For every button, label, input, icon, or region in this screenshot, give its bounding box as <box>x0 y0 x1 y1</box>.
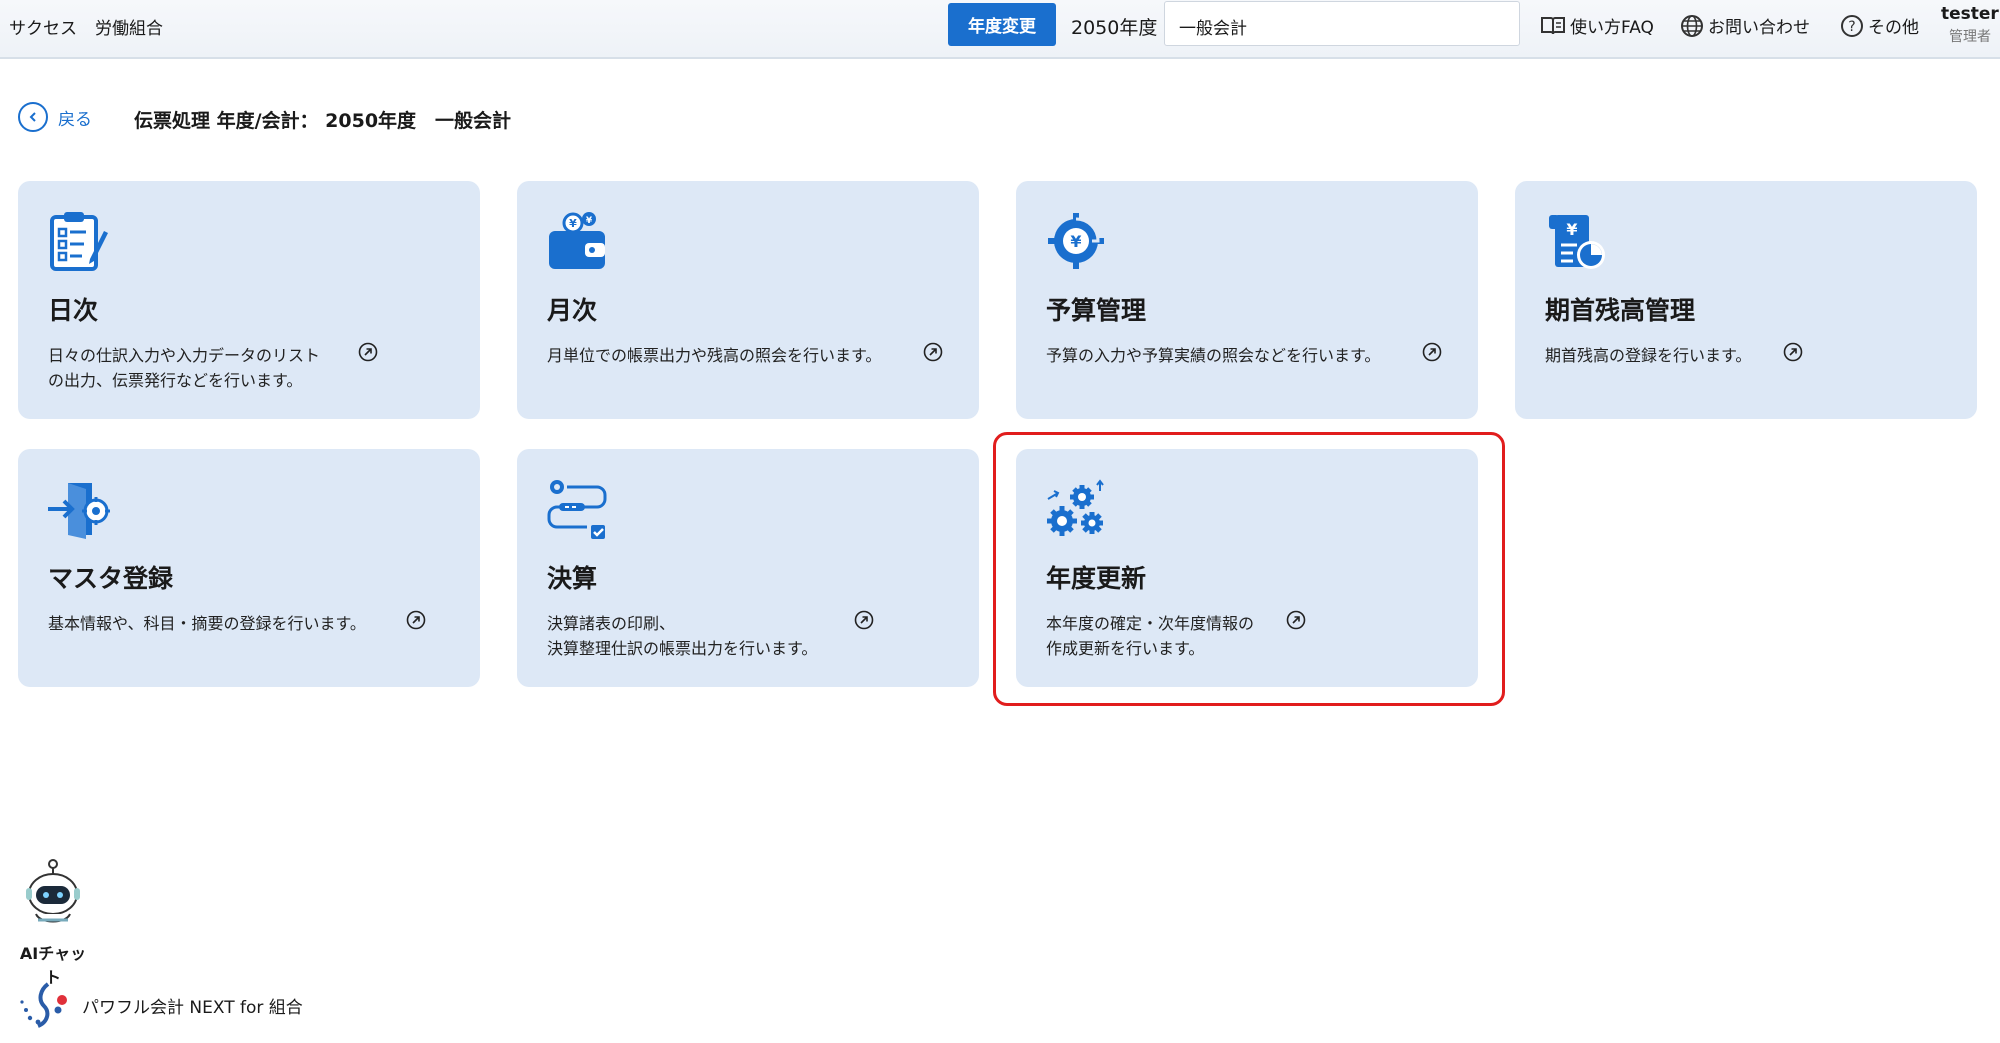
account-select[interactable]: 一般会計 <box>1164 1 1520 46</box>
faq-link[interactable]: 使い方FAQ <box>1540 13 1654 38</box>
card-description: 決算諸表の印刷、 決算整理仕訳の帳票出力を行います。 <box>547 611 817 661</box>
svg-text:¥: ¥ <box>1070 232 1081 251</box>
help-circle-icon: ? <box>1841 14 1863 37</box>
card-daily[interactable]: 日次 日々の仕訳入力や入力データのリスト の出力、伝票発行などを行います。 <box>18 181 480 419</box>
card-description-line: 基本情報や、科目・摘要の登録を行います。 <box>48 614 366 633</box>
card-description-line: 日々の仕訳入力や入力データのリスト <box>48 346 321 365</box>
globe-icon <box>1681 14 1703 37</box>
external-arrow-icon <box>854 610 874 630</box>
chevron-left-icon <box>18 102 48 132</box>
card-description: 期首残高の登録を行います。 <box>1545 343 1751 368</box>
clipboard-checklist-icon <box>50 212 108 271</box>
org-name: サクセス <box>9 19 77 39</box>
external-arrow-icon <box>406 610 426 630</box>
card-title: 決算 <box>547 564 598 593</box>
faq-link-label: 使い方FAQ <box>1570 18 1654 38</box>
brand-name: パワフル会計 NEXT for 組合 <box>82 997 303 1018</box>
card-master-registration[interactable]: マスタ登録 基本情報や、科目・摘要の登録を行います。 <box>18 449 480 687</box>
contact-link-label: お問い合わせ <box>1708 18 1810 38</box>
card-title: 日次 <box>48 296 99 325</box>
svg-text:¥: ¥ <box>569 217 577 230</box>
highlight-box <box>993 432 1505 706</box>
card-description: 基本情報や、科目・摘要の登録を行います。 <box>48 611 366 636</box>
svg-text:?: ? <box>1848 19 1855 35</box>
card-monthly[interactable]: ¥ ¥ 月次 月単位での帳票出力や残高の照会を行います。 <box>517 181 979 419</box>
robot-icon <box>26 859 80 923</box>
card-description: 月単位での帳票出力や残高の照会を行います。 <box>547 343 881 368</box>
card-description-line: 決算整理仕訳の帳票出力を行います。 <box>547 639 818 658</box>
external-arrow-icon <box>358 342 378 362</box>
user-role: 管理者 <box>1949 29 1991 45</box>
yen-gear-icon: ¥ <box>1048 213 1104 269</box>
card-title: 期首残高管理 <box>1545 296 1696 325</box>
external-arrow-icon <box>1783 342 1803 362</box>
ai-chat-button[interactable]: AIチャット <box>18 858 88 988</box>
brand-logo-icon <box>20 982 67 1028</box>
card-settlement[interactable]: 決算 決算諸表の印刷、 決算整理仕訳の帳票出力を行います。 <box>517 449 979 687</box>
external-arrow-icon <box>923 342 943 362</box>
card-description-line: 月単位での帳票出力や残高の照会を行います。 <box>547 346 882 365</box>
brand-footer: パワフル会計 NEXT for 組合 <box>18 980 303 1030</box>
organization-name: サクセス 労働組合 <box>9 14 163 39</box>
user-name: tester <box>1941 4 1999 24</box>
card-description-line: 決算諸表の印刷、 <box>547 614 676 633</box>
book-icon <box>1541 16 1565 34</box>
back-label: 戻る <box>58 109 92 130</box>
card-description: 予算の入力や予算実績の照会などを行います。 <box>1046 343 1380 368</box>
card-opening-balance[interactable]: ¥ 期首残高管理 期首残高の登録を行います。 <box>1515 181 1977 419</box>
other-link-label: その他 <box>1868 18 1919 38</box>
wallet-yen-icon: ¥ ¥ <box>549 212 605 269</box>
gear-flow-check-icon <box>547 480 607 539</box>
svg-text:¥: ¥ <box>586 216 593 226</box>
card-description: 日々の仕訳入力や入力データのリスト の出力、伝票発行などを行います。 <box>48 343 320 393</box>
other-link[interactable]: ? その他 <box>1840 13 1919 38</box>
card-title: 月次 <box>547 296 598 325</box>
page-title: 伝票処理 年度/会計： 2050年度 一般会計 <box>134 110 512 132</box>
card-title: マスタ登録 <box>48 564 174 593</box>
card-title: 予算管理 <box>1046 296 1147 325</box>
yen-document-chart-icon: ¥ <box>1549 215 1605 269</box>
card-description-line: 期首残高の登録を行います。 <box>1545 346 1752 365</box>
svg-text:¥: ¥ <box>1566 220 1577 239</box>
contact-link[interactable]: お問い合わせ <box>1680 13 1810 38</box>
user-menu[interactable]: tester 管理者 <box>1941 4 1999 46</box>
year-change-button[interactable]: 年度変更 <box>948 3 1056 46</box>
fiscal-year-label: 2050年度 <box>1071 17 1158 39</box>
app-header: サクセス 労働組合 年度変更 2050年度 一般会計 使い方FAQ お問い合わせ… <box>0 0 2000 59</box>
account-select-value: 一般会計 <box>1179 19 1247 39</box>
card-description-line: の出力、伝票発行などを行います。 <box>48 371 303 390</box>
back-button[interactable]: 戻る <box>18 102 92 132</box>
card-budget[interactable]: ¥ 予算管理 予算の入力や予算実績の照会などを行います。 <box>1016 181 1478 419</box>
card-description-line: 予算の入力や予算実績の照会などを行います。 <box>1046 346 1381 365</box>
external-arrow-icon <box>1422 342 1442 362</box>
org-type: 労働組合 <box>95 19 163 39</box>
door-gear-icon <box>48 483 110 539</box>
